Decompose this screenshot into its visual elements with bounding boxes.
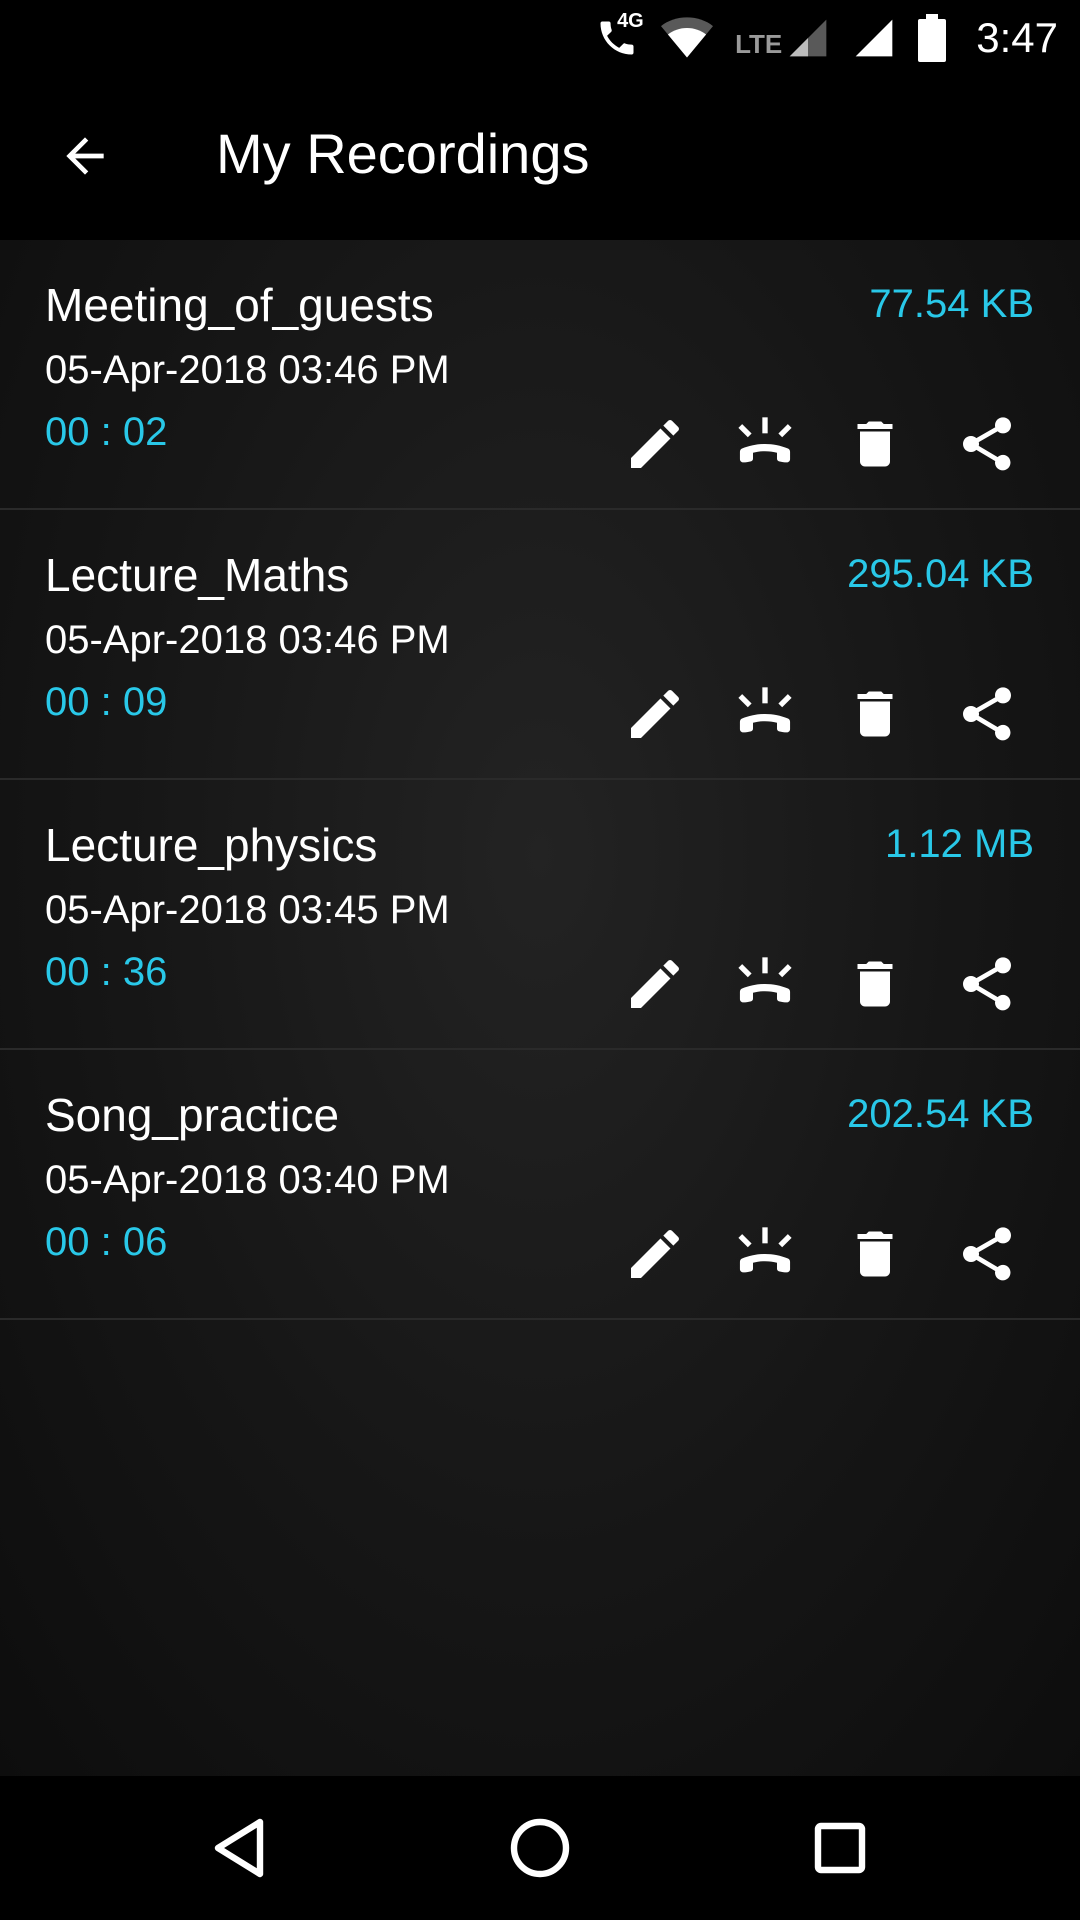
list-item[interactable]: Lecture_physics 1.12 MB 05-Apr-2018 03:4…: [0, 780, 1080, 1050]
recording-actions: [610, 678, 1040, 750]
recording-date: 05-Apr-2018 03:40 PM: [45, 1158, 450, 1202]
navigation-bar: [0, 1776, 1080, 1920]
share-icon: [963, 417, 1011, 471]
list-item[interactable]: Lecture_Maths 295.04 KB 05-Apr-2018 03:4…: [0, 510, 1080, 780]
recording-name: Song_practice: [45, 1089, 340, 1141]
nav-recents-icon: [814, 1822, 866, 1874]
recordings-content: Meeting_of_guests 77.54 KB 05-Apr-2018 0…: [0, 240, 1080, 1776]
delete-icon: [857, 691, 893, 737]
app-bar: My Recordings: [0, 75, 1080, 240]
share-button[interactable]: [942, 678, 1032, 750]
recording-duration: 00 : 02: [45, 410, 168, 454]
list-item[interactable]: Meeting_of_guests 77.54 KB 05-Apr-2018 0…: [0, 240, 1080, 510]
recording-duration: 00 : 09: [45, 680, 168, 724]
set-ringtone-button[interactable]: [720, 408, 810, 480]
nav-home-button[interactable]: [490, 1806, 590, 1890]
share-icon: [963, 687, 1011, 741]
share-icon: [963, 1227, 1011, 1281]
signal-icon: [852, 16, 896, 60]
ringtone-call-icon: [738, 687, 792, 733]
set-ringtone-button[interactable]: [720, 678, 810, 750]
share-button[interactable]: [942, 1218, 1032, 1290]
call-4g-icon: 4G: [595, 10, 644, 60]
recording-size: 295.04 KB: [847, 552, 1034, 596]
delete-icon: [857, 961, 893, 1007]
status-icons: 4G LTE 3:47: [595, 8, 1058, 68]
recording-date: 05-Apr-2018 03:45 PM: [45, 888, 450, 932]
recording-date: 05-Apr-2018 03:46 PM: [45, 348, 450, 392]
delete-button[interactable]: [830, 948, 920, 1020]
nav-back-button[interactable]: [190, 1806, 290, 1890]
edit-button[interactable]: [610, 408, 700, 480]
recording-name: Meeting_of_guests: [45, 279, 434, 331]
recording-size: 1.12 MB: [885, 822, 1034, 866]
arrow-back-icon: [66, 137, 104, 175]
share-button[interactable]: [942, 408, 1032, 480]
set-ringtone-button[interactable]: [720, 948, 810, 1020]
edit-button[interactable]: [610, 1218, 700, 1290]
signal-lte-group: LTE: [735, 16, 830, 60]
nav-home-icon: [510, 1818, 570, 1878]
delete-button[interactable]: [830, 1218, 920, 1290]
delete-icon: [857, 1231, 893, 1277]
recording-name: Lecture_Maths: [45, 549, 350, 601]
edit-icon: [631, 1229, 679, 1278]
status-clock: 3:47: [976, 14, 1058, 61]
ringtone-call-icon: [738, 1227, 792, 1273]
battery-icon: [918, 14, 947, 62]
edit-icon: [631, 419, 679, 468]
edit-button[interactable]: [610, 678, 700, 750]
recording-actions: [610, 948, 1040, 1020]
recording-name: Lecture_physics: [45, 819, 378, 871]
ringtone-call-icon: [738, 957, 792, 1003]
ringtone-call-icon: [738, 417, 792, 463]
recording-actions: [610, 408, 1040, 480]
share-icon: [963, 957, 1011, 1011]
share-button[interactable]: [942, 948, 1032, 1020]
back-button[interactable]: [42, 113, 128, 199]
lte-label: LTE: [735, 29, 783, 59]
status-bar: 4G LTE 3:47: [0, 0, 1080, 75]
screen: 4G LTE 3:47 My Recordings Meeting_of_gue…: [0, 0, 1080, 1920]
delete-button[interactable]: [830, 678, 920, 750]
nav-recents-button[interactable]: [790, 1806, 890, 1890]
recording-actions: [610, 1218, 1040, 1290]
recording-size: 202.54 KB: [847, 1092, 1034, 1136]
recording-size: 77.54 KB: [869, 282, 1034, 326]
edit-icon: [631, 689, 679, 738]
edit-icon: [631, 959, 679, 1008]
signal-lte-icon: [786, 16, 830, 60]
recording-date: 05-Apr-2018 03:46 PM: [45, 618, 450, 662]
recording-duration: 00 : 06: [45, 1220, 168, 1264]
delete-button[interactable]: [830, 408, 920, 480]
page-title: My Recordings: [216, 122, 590, 185]
nav-back-icon: [214, 1818, 264, 1878]
recording-duration: 00 : 36: [45, 950, 168, 994]
list-item[interactable]: Song_practice 202.54 KB 05-Apr-2018 03:4…: [0, 1050, 1080, 1320]
network-type-label: 4G: [617, 10, 644, 32]
delete-icon: [857, 421, 893, 467]
set-ringtone-button[interactable]: [720, 1218, 810, 1290]
wifi-icon: [661, 16, 714, 60]
edit-button[interactable]: [610, 948, 700, 1020]
recordings-list: Meeting_of_guests 77.54 KB 05-Apr-2018 0…: [0, 240, 1080, 1320]
